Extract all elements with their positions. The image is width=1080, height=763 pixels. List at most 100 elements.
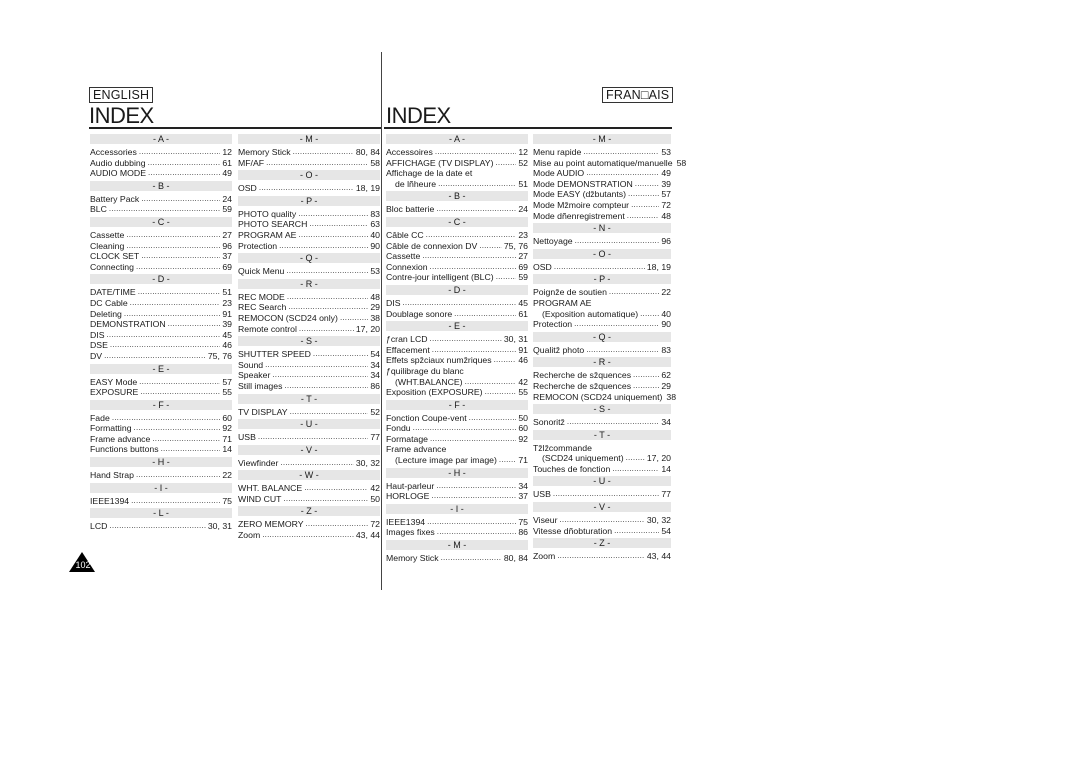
index-entry-page: 58: [370, 157, 380, 168]
index-entry: Mode dñenregistrement 48: [533, 211, 671, 222]
index-entry-page: 18, 19: [355, 183, 380, 194]
index-entry-page: 71: [222, 433, 232, 444]
index-entry-page: 75: [222, 495, 232, 506]
index-entry-label: Connexion: [386, 261, 428, 272]
dot-leader: [479, 241, 502, 251]
dot-leader: [284, 382, 368, 392]
index-entry-label: Zoom: [238, 530, 261, 541]
letter-section-header: - Z -: [533, 538, 671, 549]
index-entry: Doublage sonore 61: [386, 309, 528, 320]
letter-section-header: - N -: [533, 223, 671, 234]
index-entry-page: 52: [518, 157, 528, 168]
letter-section-header: - L -: [90, 508, 232, 519]
index-entry-page: 46: [518, 355, 528, 366]
dot-leader: [436, 205, 516, 215]
index-entry-page: 92: [518, 433, 528, 444]
index-entry: HORLOGE 37: [386, 491, 528, 502]
index-entry-page: 83: [661, 344, 671, 355]
dot-leader: [134, 424, 221, 434]
index-entry-label: REMOCON (SCD24 uniquement): [533, 391, 663, 402]
dot-leader: [259, 184, 354, 194]
index-entry-label: Fondu: [386, 423, 411, 434]
index-entry-page: 29: [661, 380, 671, 391]
index-entry-page: 50: [370, 493, 380, 504]
index-entry-label: Câble de connexion DV: [386, 240, 478, 251]
dot-leader: [112, 413, 221, 423]
dot-leader: [609, 288, 659, 298]
letter-section-header: - A -: [90, 134, 232, 144]
index-entry: Menu rapide 53: [533, 147, 671, 158]
index-entry-page: 12: [518, 147, 528, 157]
index-entry: WHT. BALANCE 42: [238, 483, 380, 494]
index-entry-page: 75, 76: [207, 350, 232, 361]
index-entry: Accessories 12: [90, 147, 232, 158]
index-entry: WIND CUT 50: [238, 494, 380, 505]
index-entry: IEEE1394 75: [386, 517, 528, 528]
index-entry: de lñheure 51: [386, 179, 528, 190]
index-entry-page: 91: [222, 308, 232, 319]
index-entry: (Lecture image par image) 71: [386, 455, 528, 466]
index-entry-label: Effets spžciaux numžriques: [386, 355, 492, 366]
index-entry-page: 63: [370, 219, 380, 230]
index-entry: AFFICHAGE (TV DISPLAY) 52: [386, 158, 528, 169]
letter-section-header: - F -: [386, 399, 528, 410]
index-entry-page: 45: [518, 297, 528, 308]
index-entry: Viewfinder 30, 32: [238, 458, 380, 469]
index-entry-label: Formatting: [90, 423, 132, 434]
dot-leader: [298, 231, 368, 241]
index-entry-label: Frame advance: [90, 433, 151, 444]
index-entry: Exposition (EXPOSURE) 55: [386, 387, 528, 398]
letter-section-header: - V -: [533, 502, 671, 513]
letter-section-header: - P -: [238, 195, 380, 206]
language-label-english: ENGLISH: [89, 87, 154, 103]
index-entry: Frame advance: [386, 444, 528, 455]
letter-section-header: - M -: [386, 540, 528, 551]
index-entry-label: REMOCON (SCD24 only): [238, 312, 338, 323]
index-entry-label: Fonction Coupe-vent: [386, 412, 467, 423]
index-entry-page: 80, 84: [503, 553, 528, 564]
page-number: 102: [75, 560, 91, 570]
index-entry: Sonoritž 34: [533, 417, 671, 428]
letter-section-header: - H -: [386, 467, 528, 478]
index-entry-page: 38: [666, 391, 677, 402]
dot-leader: [279, 241, 368, 251]
index-entry-label: ZERO MEMORY: [238, 519, 304, 530]
index-entry-page: 54: [370, 349, 380, 360]
index-entry-page: 49: [661, 168, 671, 179]
index-entry: Hand Strap 22: [90, 470, 232, 481]
index-entry-label: PROGRAM AE: [238, 229, 297, 240]
letter-section-header: - C -: [90, 216, 232, 227]
index-entry: Deleting 91: [90, 309, 232, 320]
index-entry: Fonction Coupe-vent 50: [386, 413, 528, 424]
letter-section-header: - M -: [533, 134, 671, 144]
index-entry: (WHT.BALANCE) 42: [386, 377, 528, 388]
index-entry-page: 48: [370, 291, 380, 302]
index-entry-label: Tžlžcommande: [533, 442, 592, 453]
index-entry: OSD 18, 19: [238, 183, 380, 194]
letter-section-header: - O -: [533, 248, 671, 259]
index-entry-page: 96: [222, 240, 232, 251]
index-entry-page: 51: [518, 178, 528, 189]
index-entry-label: Sound: [238, 359, 264, 370]
index-entry-page: 60: [222, 412, 232, 423]
index-entry: DC Cable 23: [90, 298, 232, 309]
index-entry: EASY Mode 57: [90, 377, 232, 388]
dot-leader: [309, 220, 368, 230]
index-entry: Protection 90: [533, 319, 671, 330]
index-entry: Cleaning 96: [90, 241, 232, 252]
index-entry: DEMONSTRATION 39: [90, 319, 232, 330]
dot-leader: [441, 554, 502, 564]
index-entry: ZERO MEMORY 72: [238, 519, 380, 530]
index-entry: REMOCON (SCD24 uniquement) 38: [533, 391, 676, 403]
index-entry-label: Protection: [533, 319, 573, 330]
index-entry-page: 72: [661, 199, 671, 210]
dot-leader: [559, 516, 644, 526]
dot-leader: [553, 490, 659, 500]
index-entry-page: 49: [222, 168, 232, 179]
index-entry-page: 52: [370, 406, 380, 417]
index-entry-page: 27: [222, 229, 232, 240]
index-entry-label: MF/AF: [238, 157, 265, 168]
index-entry-page: 61: [518, 308, 528, 319]
index-entry-page: 30, 31: [503, 334, 528, 345]
index-entry-page: 14: [222, 444, 232, 455]
